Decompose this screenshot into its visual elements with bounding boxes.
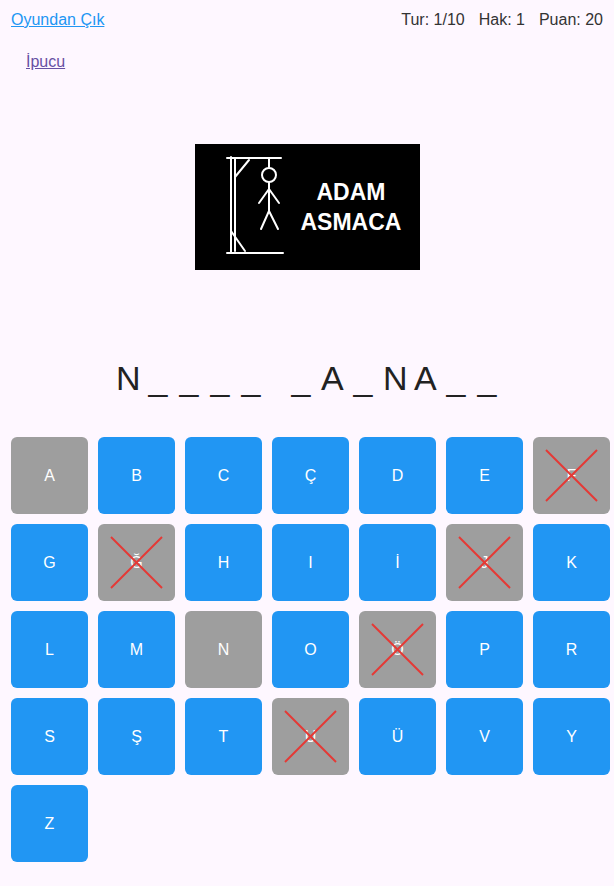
key-label: G [43, 551, 55, 575]
word: _A_NA__ [290, 358, 498, 398]
gallows-icon [223, 155, 293, 259]
key-label: H [218, 551, 230, 575]
key-label: Ş [131, 725, 142, 749]
letter-key[interactable]: B [98, 437, 175, 514]
letter-key[interactable]: M [98, 611, 175, 688]
letter-key[interactable]: Ğ [98, 524, 175, 601]
key-label: C [218, 464, 230, 488]
letter-key[interactable]: D [359, 437, 436, 514]
letter-slot: N [116, 358, 138, 398]
key-label: O [304, 638, 316, 662]
cross-icon [272, 698, 349, 775]
key-label: P [479, 638, 490, 662]
letter-slot: _ [240, 358, 262, 398]
letter-key[interactable]: Ş [98, 698, 175, 775]
key-label: L [45, 638, 54, 662]
key-label: M [130, 638, 143, 662]
cross-icon [533, 437, 610, 514]
key-label: I [308, 551, 312, 575]
key-label: D [392, 464, 404, 488]
letter-slot: A [321, 358, 343, 398]
letter-key[interactable]: I [272, 524, 349, 601]
letter-key[interactable]: G [11, 524, 88, 601]
letter-slot: _ [476, 358, 498, 398]
letter-key[interactable]: Ö [359, 611, 436, 688]
letter-slot: _ [352, 358, 374, 398]
cross-icon [446, 524, 523, 601]
key-label: Ü [392, 725, 404, 749]
letter-key[interactable]: Ü [359, 698, 436, 775]
stat: Tur: 1/10 [401, 8, 464, 32]
logo-text: ADAM [316, 177, 385, 207]
word: N____ [116, 358, 262, 398]
letter-key[interactable]: V [446, 698, 523, 775]
logo: ADAMASMACA [195, 144, 420, 270]
key-label: İ [395, 551, 399, 575]
letter-key[interactable]: U [272, 698, 349, 775]
key-label: T [219, 725, 229, 749]
key-label: K [566, 551, 577, 575]
stat: Puan: 20 [539, 8, 603, 32]
letter-slot: _ [147, 358, 169, 398]
letter-slot: _ [290, 358, 312, 398]
letter-key[interactable]: O [272, 611, 349, 688]
key-label: V [479, 725, 490, 749]
letter-key[interactable]: P [446, 611, 523, 688]
cross-icon [98, 524, 175, 601]
letter-slot: _ [178, 358, 200, 398]
letter-key[interactable]: K [533, 524, 610, 601]
key-label: Ç [305, 464, 317, 488]
letter-key[interactable]: C [185, 437, 262, 514]
letter-key[interactable]: N [185, 611, 262, 688]
key-label: S [44, 725, 55, 749]
letter-key[interactable]: Ç [272, 437, 349, 514]
letter-slot: A [414, 358, 436, 398]
letter-key[interactable]: Z [11, 785, 88, 862]
key-label: E [479, 464, 490, 488]
letter-key[interactable]: F [533, 437, 610, 514]
letter-key[interactable]: T [185, 698, 262, 775]
letter-key[interactable]: Y [533, 698, 610, 775]
letter-key[interactable]: E [446, 437, 523, 514]
cross-icon [359, 611, 436, 688]
letter-key[interactable]: H [185, 524, 262, 601]
exit-link[interactable]: Oyundan Çık [11, 8, 104, 32]
game-screen: Oyundan Çık Tur: 1/10 Hak: 1 Puan: 20 İpucu A… [0, 0, 614, 886]
letter-key[interactable]: L [11, 611, 88, 688]
logo-text: ASMACA [301, 207, 402, 237]
key-label: A [44, 464, 55, 488]
letter-key[interactable]: S [11, 698, 88, 775]
letter-key[interactable]: J [446, 524, 523, 601]
letter-key[interactable]: İ [359, 524, 436, 601]
key-label: R [566, 638, 578, 662]
letter-slot: _ [445, 358, 467, 398]
key-label: B [131, 464, 142, 488]
key-label: Y [566, 725, 577, 749]
letter-slot: _ [209, 358, 231, 398]
hint-link[interactable]: İpucu [26, 50, 65, 74]
stat: Hak: 1 [479, 8, 525, 32]
letter-slot: N [383, 358, 405, 398]
letter-key[interactable]: R [533, 611, 610, 688]
key-label: N [218, 638, 230, 662]
top-bar: Oyundan Çık Tur: 1/10 Hak: 1 Puan: 20 [0, 0, 614, 32]
stats: Tur: 1/10 Hak: 1 Puan: 20 [401, 8, 603, 32]
keyboard: A B C Ç D E F G Ğ H I İ J K L M N O Ö P R S Ş T U Ü V Y Z [0, 437, 614, 862]
word-display: N_____A_NA__ [0, 358, 614, 398]
key-label: Z [45, 812, 55, 836]
letter-key[interactable]: A [11, 437, 88, 514]
